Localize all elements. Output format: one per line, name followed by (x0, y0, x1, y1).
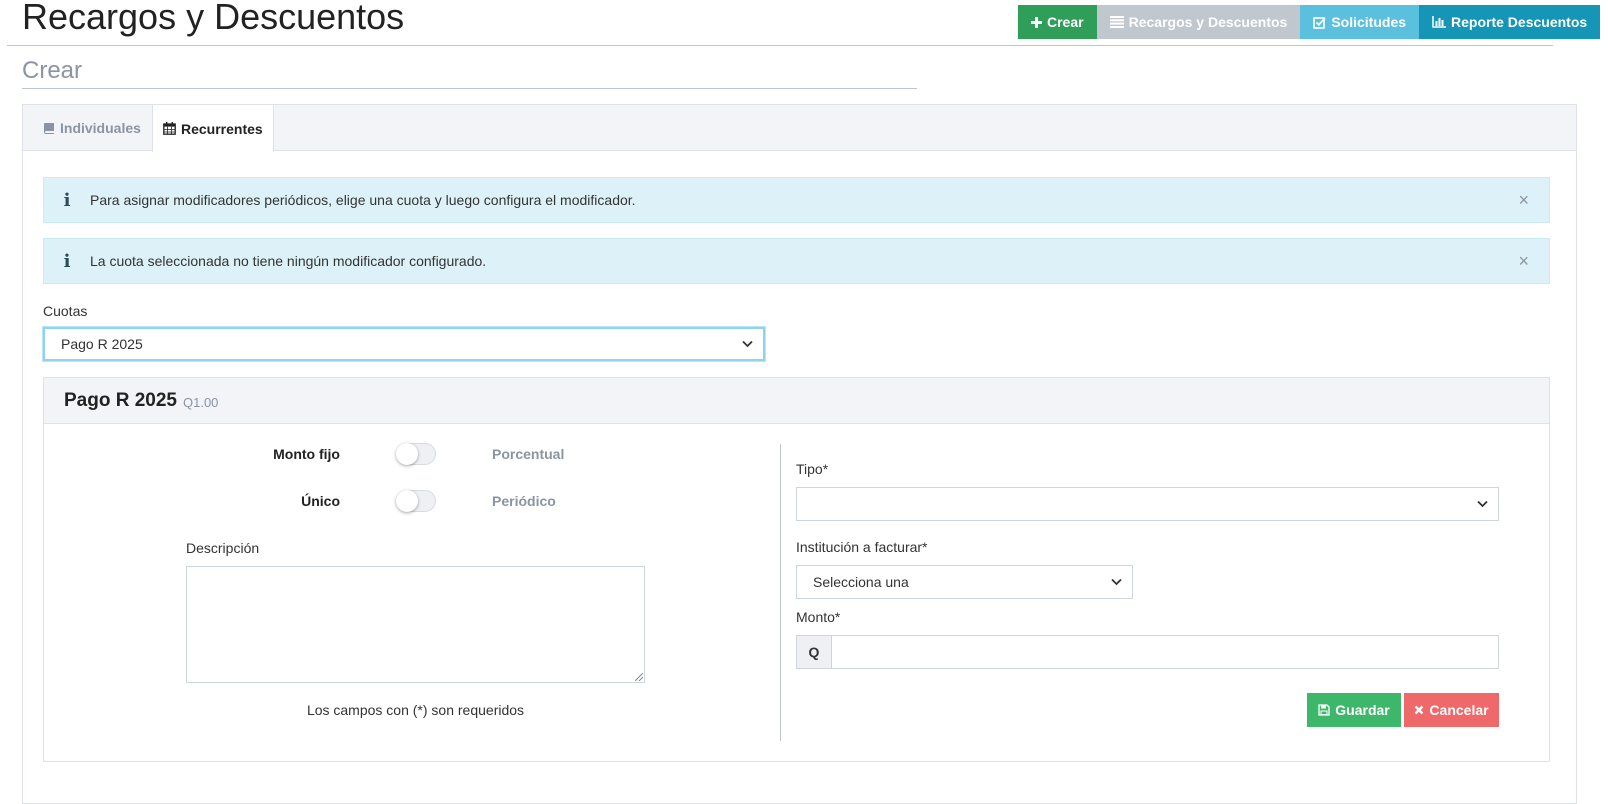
institucion-selected-value: Selecciona una (813, 574, 909, 590)
cuotas-select[interactable]: Pago R 2025 (43, 327, 765, 361)
subtitle-divider (22, 88, 917, 89)
monto-type-toggle-row: Monto fijo Porcentual (180, 443, 564, 465)
recargos-list-button[interactable]: Recargos y Descuentos (1096, 5, 1301, 39)
chevron-down-icon (1111, 578, 1122, 586)
create-button[interactable]: Crear (1018, 5, 1097, 39)
resize-handle-icon[interactable] (635, 673, 643, 681)
info-alert-periodic: i Para asignar modificadores periódicos,… (43, 177, 1550, 223)
save-icon (1318, 704, 1330, 716)
tab-recurrentes-label: Recurrentes (181, 120, 263, 137)
page-title: Recargos y Descuentos (22, 0, 405, 37)
info-icon: i (63, 189, 71, 211)
modifier-card: Pago R 2025 Q1.00 Monto fijo Porcentual … (43, 377, 1550, 762)
required-fields-note: Los campos con (*) son requeridos (306, 702, 525, 718)
monto-type-switch[interactable] (396, 443, 436, 465)
tab-individuales[interactable]: Individuales (33, 105, 151, 151)
switch-knob (396, 443, 418, 465)
tab-recurrentes[interactable]: Recurrentes (152, 105, 274, 152)
chevron-down-icon (742, 340, 753, 348)
institucion-label: Institución a facturar* (796, 539, 928, 555)
card-title: Pago R 2025 (64, 389, 177, 411)
header-divider (7, 45, 1553, 46)
unico-label: Único (301, 493, 340, 509)
cancel-button-label: Cancelar (1429, 702, 1489, 718)
porcentual-label: Porcentual (492, 446, 565, 462)
tab-individuales-label: Individuales (60, 120, 141, 136)
tipo-select[interactable] (796, 487, 1499, 521)
frequency-toggle-row: Único Periódico (180, 490, 556, 512)
cuotas-selected-value: Pago R 2025 (61, 336, 143, 352)
check-square-icon (1313, 16, 1326, 29)
card-amount: Q1.00 (183, 395, 219, 410)
periodico-label: Periódico (492, 493, 556, 509)
card-header: Pago R 2025 Q1.00 (44, 378, 1549, 424)
currency-prefix: Q (797, 636, 832, 668)
alert-text: Para asignar modificadores periódicos, e… (90, 192, 636, 208)
book-icon (43, 122, 55, 134)
cuotas-label: Cuotas (43, 303, 88, 319)
list-icon (1109, 16, 1124, 28)
plus-icon (1031, 16, 1042, 28)
header-actions: Crear Recargos y Descuentos Solicitudes … (1018, 5, 1601, 39)
calendar-icon (163, 122, 176, 135)
main-panel: Individuales Recurrentes i Para asignar … (22, 104, 1577, 804)
monto-input[interactable] (832, 636, 1498, 668)
monto-label: Monto* (796, 609, 841, 625)
solicitudes-button-label: Solicitudes (1331, 14, 1407, 30)
tab-bar: Individuales Recurrentes (23, 105, 1576, 152)
close-icon[interactable]: × (1518, 251, 1529, 272)
alert-text: La cuota seleccionada no tiene ningún mo… (90, 253, 487, 269)
section-subtitle: Crear (22, 57, 83, 84)
institucion-select[interactable]: Selecciona una (796, 565, 1133, 599)
descripcion-label: Descripción (186, 540, 260, 556)
chevron-down-icon (1477, 500, 1488, 508)
switch-knob (396, 490, 418, 512)
cancel-button[interactable]: Cancelar (1404, 693, 1499, 727)
recargos-list-button-label: Recargos y Descuentos (1128, 14, 1288, 30)
reporte-descuentos-button-label: Reporte Descuentos (1451, 14, 1588, 30)
tipo-label: Tipo* (796, 461, 829, 477)
info-icon: i (63, 250, 71, 272)
close-icon[interactable]: × (1518, 190, 1529, 211)
create-button-label: Crear (1047, 14, 1084, 30)
solicitudes-button[interactable]: Solicitudes (1300, 5, 1420, 39)
column-divider (780, 444, 781, 741)
frequency-switch[interactable] (396, 490, 436, 512)
info-alert-no-modifier: i La cuota seleccionada no tiene ningún … (43, 238, 1550, 284)
close-x-icon (1414, 705, 1424, 715)
save-button-label: Guardar (1335, 702, 1390, 718)
descripcion-textarea[interactable] (186, 566, 645, 683)
reporte-descuentos-button[interactable]: Reporte Descuentos (1419, 5, 1601, 39)
bar-chart-icon (1432, 16, 1447, 28)
monto-fijo-label: Monto fijo (273, 446, 340, 462)
monto-input-group: Q (796, 635, 1499, 669)
save-button[interactable]: Guardar (1307, 693, 1401, 727)
